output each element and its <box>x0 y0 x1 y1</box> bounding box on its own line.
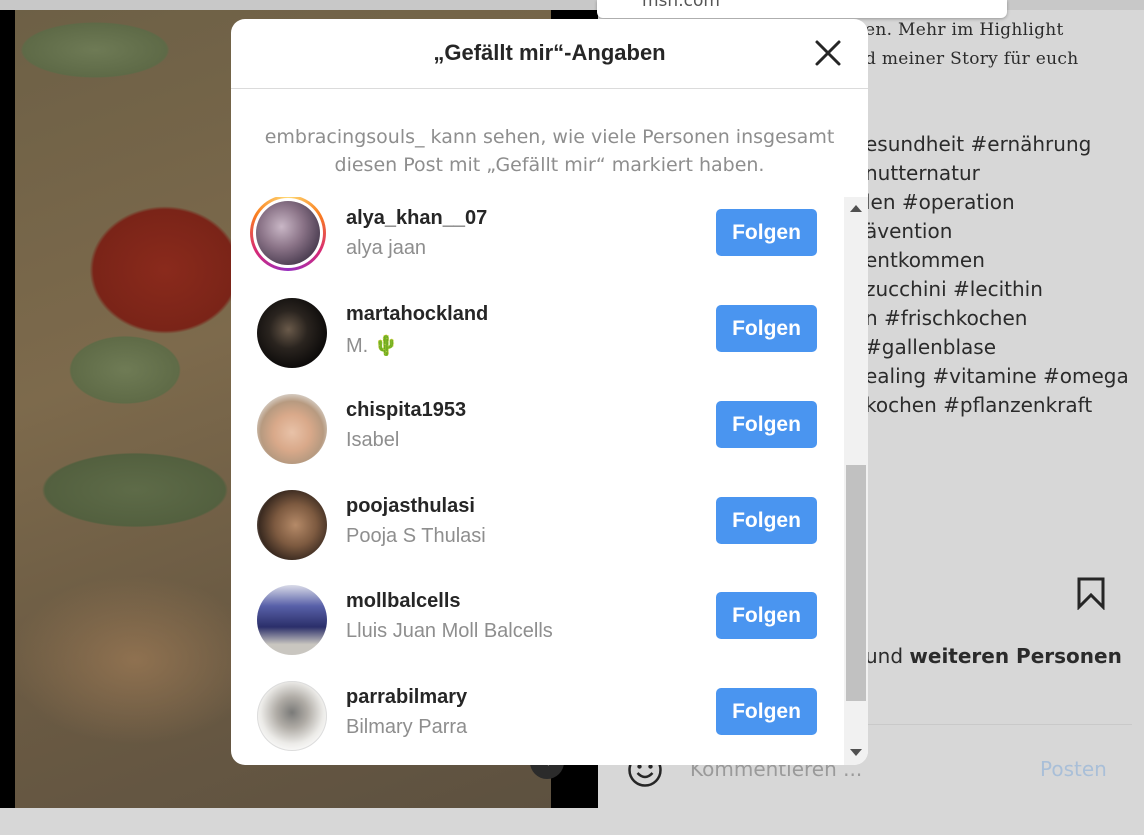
likes-others-link[interactable]: weiteren Personen <box>909 644 1121 668</box>
username[interactable]: mollbalcells <box>346 590 461 613</box>
post-hashtags: ---------------------------esundheit #er… <box>865 128 1140 420</box>
hashtag-line[interactable]: ävention <box>865 217 1140 246</box>
likes-list-scrollbar[interactable] <box>844 197 868 765</box>
follow-button[interactable]: Folgen <box>716 209 817 256</box>
story-ring[interactable] <box>250 197 326 271</box>
avatar[interactable] <box>251 484 327 560</box>
avatar[interactable] <box>251 675 327 751</box>
username[interactable]: parrabilmary <box>346 686 467 709</box>
list-item: chispita1953 Isabel Folgen <box>231 389 844 485</box>
scroll-thumb[interactable] <box>846 465 866 701</box>
username[interactable]: martahockland <box>346 303 488 326</box>
modal-header: „Gefällt mir“-Angaben <box>231 19 868 89</box>
scroll-up-arrow-icon[interactable] <box>850 205 862 212</box>
follow-button[interactable]: Folgen <box>716 497 817 544</box>
list-item: poojasthulasi Pooja S Thulasi Folgen <box>231 485 844 581</box>
username[interactable]: chispita1953 <box>346 399 466 422</box>
follow-button[interactable]: Folgen <box>716 592 817 639</box>
avatar[interactable] <box>251 292 327 368</box>
caption-line: d meiner Story für euch <box>865 49 1079 69</box>
username[interactable]: alya_khan__07 <box>346 207 487 230</box>
full-name: Pooja S Thulasi <box>346 525 486 547</box>
hashtag-line[interactable]: len #operation <box>865 188 1140 217</box>
full-name: Lluis Juan Moll Balcells <box>346 620 553 642</box>
list-item: parrabilmary Bilmary Parra Folgen <box>231 676 844 765</box>
list-item: alya_khan__07 alya jaan Folgen <box>231 197 844 293</box>
avatar[interactable] <box>251 579 327 655</box>
hashtag-line[interactable]: #gallenblase <box>865 333 1140 362</box>
list-item: martahockland M. 🌵 Folgen <box>231 293 844 389</box>
hashtag-line[interactable]: entkommen <box>865 246 1140 275</box>
hashtag-line[interactable]: ealing #vitamine #omega <box>865 362 1140 391</box>
avatar[interactable] <box>251 388 327 464</box>
hashtag-line[interactable]: kochen #pflanzenkraft <box>865 391 1140 420</box>
hashtag-line[interactable]: esundheit #ernährung <box>865 130 1140 159</box>
scroll-down-arrow-icon[interactable] <box>850 749 862 756</box>
follow-button[interactable]: Folgen <box>716 401 817 448</box>
follow-button[interactable]: Folgen <box>716 688 817 735</box>
post-comment-button[interactable]: Posten <box>1040 757 1107 781</box>
list-item: mollbalcells Lluis Juan Moll Balcells Fo… <box>231 580 844 676</box>
follow-button[interactable]: Folgen <box>716 305 817 352</box>
likes-list: alya_khan__07 alya jaan Folgen martahock… <box>231 197 844 765</box>
username[interactable]: poojasthulasi <box>346 495 475 518</box>
bookmark-icon[interactable] <box>1074 576 1108 610</box>
likes-prefix: und <box>865 644 910 668</box>
hashtag-line[interactable]: n #frischkochen <box>865 304 1140 333</box>
avatar[interactable] <box>250 197 326 271</box>
browser-suggestion-dropdown[interactable]: msn.com <box>597 0 1007 18</box>
likes-modal: „Gefällt mir“-Angaben embracingsouls_ ka… <box>231 19 868 765</box>
hashtag-line[interactable]: zucchini #lecithin <box>865 275 1140 304</box>
modal-title: „Gefällt mir“-Angaben <box>433 40 666 65</box>
full-name: alya jaan <box>346 237 427 259</box>
browser-bottom-strip <box>0 808 1144 835</box>
suggestion-item[interactable]: msn.com <box>642 0 720 11</box>
likes-summary[interactable]: und weiteren Personen <box>865 643 1140 669</box>
full-name: Isabel <box>346 429 400 451</box>
full-name: M. 🌵 <box>346 335 399 357</box>
caption-line: en. Mehr im Highlight <box>865 20 1064 40</box>
privacy-note: embracingsouls_ kann sehen, wie viele Pe… <box>264 126 835 176</box>
close-icon[interactable] <box>811 36 845 70</box>
full-name: Bilmary Parra <box>346 716 468 738</box>
post-caption: en. Mehr im Highlight d meiner Story für … <box>865 16 1140 74</box>
hashtag-line[interactable]: nutternatur <box>865 159 1140 188</box>
